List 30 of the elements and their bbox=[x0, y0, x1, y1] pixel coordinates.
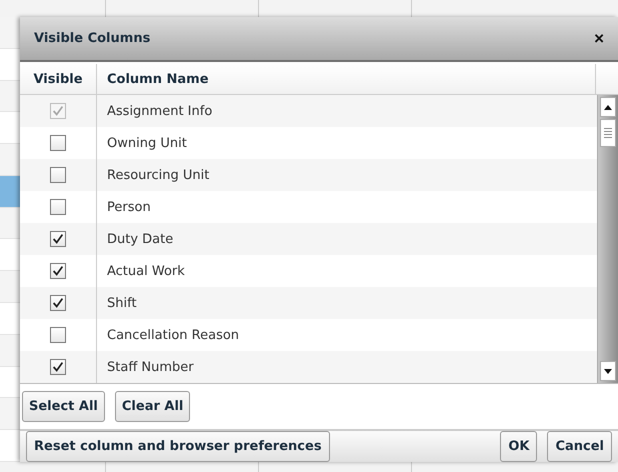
scroll-thumb[interactable] bbox=[600, 119, 616, 147]
checkbox[interactable] bbox=[50, 295, 66, 311]
scrollbar[interactable] bbox=[597, 95, 618, 383]
clear-all-button[interactable]: Clear All bbox=[114, 391, 190, 422]
checkbox[interactable] bbox=[50, 167, 66, 183]
checkbox[interactable] bbox=[50, 231, 66, 247]
checkbox[interactable] bbox=[50, 135, 66, 151]
scroll-up-icon[interactable] bbox=[600, 97, 616, 117]
checkbox[interactable] bbox=[50, 359, 66, 375]
column-name: Assignment Info bbox=[106, 102, 214, 120]
select-all-button[interactable]: Select All bbox=[22, 391, 105, 422]
close-button[interactable]: × bbox=[594, 28, 604, 48]
column-name: Cancellation Reason bbox=[106, 326, 240, 344]
checkbox[interactable] bbox=[50, 263, 66, 279]
cancel-button[interactable]: Cancel bbox=[547, 431, 612, 462]
column-name: Resourcing Unit bbox=[106, 166, 210, 184]
checkbox[interactable] bbox=[50, 199, 66, 215]
column-name: Person bbox=[106, 198, 152, 216]
ok-button[interactable]: OK bbox=[500, 431, 538, 462]
column-header[interactable]: Visible bbox=[20, 64, 97, 94]
column-header[interactable]: Column Name bbox=[97, 64, 595, 94]
column-name: Shift bbox=[106, 294, 138, 312]
dialog-title: Visible Columns bbox=[34, 31, 152, 46]
checkbox[interactable] bbox=[50, 327, 66, 343]
column-name: Duty Date bbox=[106, 230, 174, 248]
column-name: Owning Unit bbox=[106, 134, 188, 152]
column-name: Actual Work bbox=[106, 262, 186, 280]
column-name: Staff Number bbox=[106, 358, 195, 376]
reset-button[interactable]: Reset column and browser preferences bbox=[26, 431, 330, 462]
scroll-down-icon[interactable] bbox=[600, 361, 616, 381]
